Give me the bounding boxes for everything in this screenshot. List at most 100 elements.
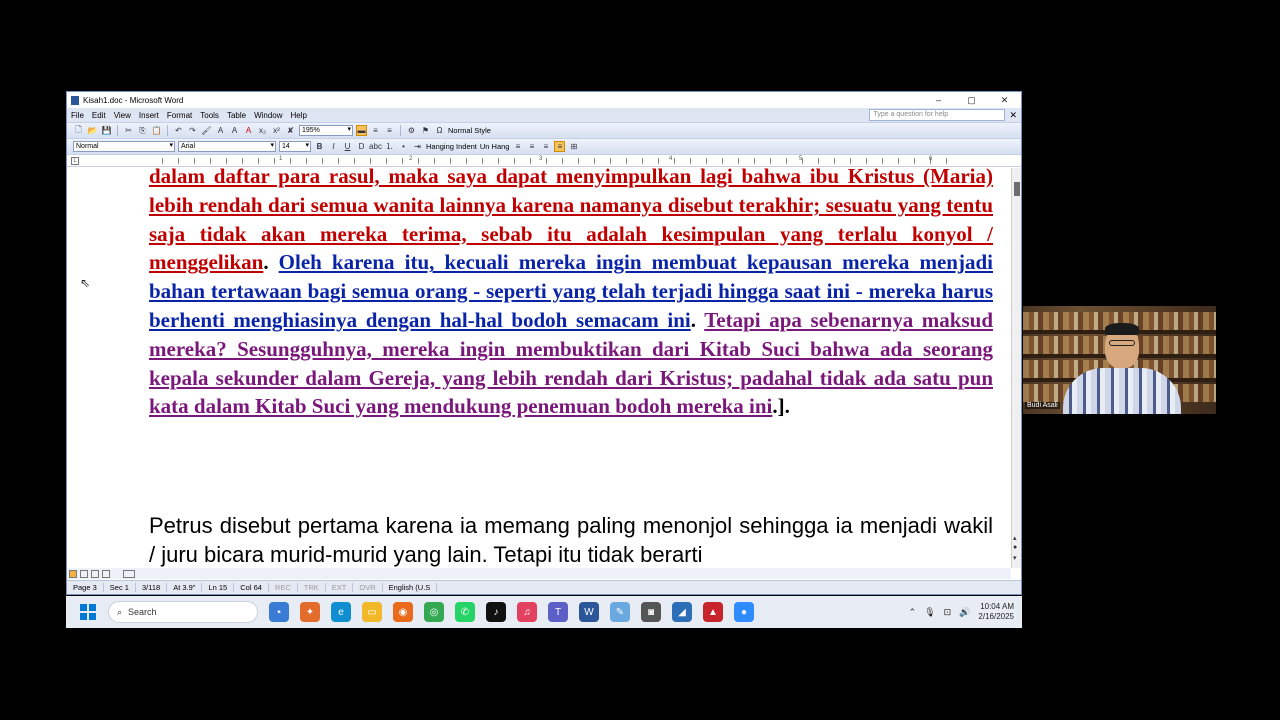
font-color-icon[interactable]: A [243, 125, 254, 136]
strikethrough-icon[interactable]: abc [369, 141, 382, 152]
paste-icon[interactable]: 📋 [151, 125, 162, 136]
document-canvas[interactable]: dalam daftar para rasul, maka saya dapat… [67, 168, 1011, 568]
menu-edit[interactable]: Edit [88, 111, 110, 120]
shrink-font-icon[interactable]: A [229, 125, 240, 136]
media-app-icon[interactable]: ♫ [517, 602, 537, 622]
menu-window[interactable]: Window [250, 111, 286, 120]
menu-help[interactable]: Help [287, 111, 311, 120]
zoom-select[interactable]: 195% [299, 125, 353, 136]
chrome-icon[interactable]: ◎ [424, 602, 444, 622]
underline-button[interactable]: U [342, 141, 353, 152]
word-taskbar-icon[interactable]: W [579, 602, 599, 622]
undo-icon[interactable]: ↶ [173, 125, 184, 136]
align-right-icon[interactable]: ≡ [540, 141, 551, 152]
status-language[interactable]: English (U.S [383, 583, 438, 592]
camera-app-icon[interactable]: ◙ [641, 602, 661, 622]
menu-tools[interactable]: Tools [196, 111, 223, 120]
clock[interactable]: 10:04 AM 2/16/2025 [978, 602, 1014, 622]
h-scroll-thumb[interactable] [123, 569, 135, 578]
cut-icon[interactable]: ✂ [123, 125, 134, 136]
menu-insert[interactable]: Insert [135, 111, 163, 120]
zoom-icon[interactable]: ● [734, 602, 754, 622]
whatsapp-icon[interactable]: ✆ [455, 602, 475, 622]
normal-style-button[interactable]: Normal Style [448, 126, 491, 135]
pdf-app-icon[interactable]: ▲ [703, 602, 723, 622]
indent-icon[interactable]: ⇥ [412, 141, 423, 152]
maximize-button[interactable]: ▢ [955, 95, 988, 106]
format-painter-icon[interactable]: 🖌 [201, 125, 212, 136]
browse-next-icon[interactable]: ▾ [1013, 554, 1017, 562]
double-underline-icon[interactable]: D [356, 141, 367, 152]
close-button[interactable]: ✕ [988, 95, 1021, 106]
align-left-icon[interactable]: ≡ [512, 141, 523, 152]
menu-table[interactable]: Table [223, 111, 250, 120]
teams-icon[interactable]: T [548, 602, 568, 622]
clock-date: 2/16/2025 [978, 612, 1014, 621]
status-ovr[interactable]: OVR [353, 583, 383, 592]
unhang-button[interactable]: Un Hang [480, 142, 510, 151]
close-doc-icon[interactable]: ✕ [1009, 110, 1017, 121]
bullets-icon[interactable]: • [398, 141, 409, 152]
hanging-indent-button[interactable]: Hanging Indent [426, 142, 477, 151]
outline-view-icon[interactable] [102, 569, 110, 578]
taskbar-search[interactable]: ⌕ Search [108, 601, 258, 623]
edge-icon[interactable]: e [331, 602, 351, 622]
clear-format-icon[interactable]: ✘ [285, 125, 296, 136]
paint-icon[interactable]: ✎ [610, 602, 630, 622]
save-icon[interactable]: 💾 [101, 125, 112, 136]
line-spacing-icon[interactable]: ≡ [370, 125, 381, 136]
borders-icon[interactable]: ⊞ [568, 141, 579, 152]
menu-format[interactable]: Format [163, 111, 196, 120]
font-select[interactable]: Arial [178, 141, 276, 152]
editor-app-icon[interactable]: ◢ [672, 602, 692, 622]
minimize-button[interactable]: – [922, 95, 955, 106]
menu-view[interactable]: View [110, 111, 135, 120]
microphone-icon[interactable]: 🎙 [924, 607, 935, 618]
font-size-select[interactable]: 14 [279, 141, 311, 152]
status-trk[interactable]: TRK [298, 583, 326, 592]
copilot-icon[interactable]: ✦ [300, 602, 320, 622]
print-view-icon[interactable] [91, 569, 99, 578]
task-view-icon[interactable]: ▪ [269, 602, 289, 622]
macro-icon[interactable]: ⚙ [406, 125, 417, 136]
standard-toolbar: 🗋 📂 💾 ✂ ⎘ 📋 ↶ ↷ 🖌 A A A x₂ x² ✘ 195% ▬ ≡… [67, 123, 1021, 139]
numbering-icon[interactable]: ⒈ [384, 141, 395, 152]
formatting-toolbar: Normal Arial 14 B I U D abc ⒈ • ⇥ Hangin… [67, 139, 1021, 155]
copy-icon[interactable]: ⎘ [137, 125, 148, 136]
tray-overflow-icon[interactable]: ⌃ [909, 607, 917, 618]
start-button[interactable] [80, 604, 96, 620]
horizontal-ruler[interactable]: L 1 2 3 4 5 6 [67, 155, 1021, 167]
new-doc-icon[interactable]: 🗋 [73, 125, 84, 136]
justify-icon[interactable]: ≡ [554, 141, 566, 152]
status-rec[interactable]: REC [269, 583, 298, 592]
scroll-thumb[interactable] [1014, 182, 1020, 196]
firefox-icon[interactable]: ◉ [393, 602, 413, 622]
highlight-icon[interactable]: ▬ [356, 125, 367, 136]
participant-name: Budi Asali [1025, 402, 1060, 409]
superscript-icon[interactable]: x² [271, 125, 282, 136]
bold-button[interactable]: B [314, 141, 325, 152]
tiktok-icon[interactable]: ♪ [486, 602, 506, 622]
record-icon[interactable]: ⚑ [420, 125, 431, 136]
help-search-input[interactable]: Type a question for help [869, 109, 1006, 121]
file-explorer-icon[interactable]: ▭ [362, 602, 382, 622]
italic-button[interactable]: I [328, 141, 339, 152]
subscript-icon[interactable]: x₂ [257, 125, 268, 136]
volume-icon[interactable]: 🔊 [959, 607, 970, 618]
tab-selector-icon[interactable]: L [71, 157, 79, 165]
browse-prev-icon[interactable]: ▴ [1013, 534, 1017, 542]
grow-font-icon[interactable]: A [215, 125, 226, 136]
align-center-icon[interactable]: ≡ [526, 141, 537, 152]
style-select[interactable]: Normal [73, 141, 175, 152]
status-ext[interactable]: EXT [326, 583, 354, 592]
network-icon[interactable]: ⊡ [944, 607, 952, 618]
redo-icon[interactable]: ↷ [187, 125, 198, 136]
normal-view-icon[interactable] [69, 569, 77, 578]
browse-object-icon[interactable]: ● [1013, 544, 1017, 551]
web-view-icon[interactable] [80, 569, 88, 578]
symbol-icon[interactable]: Ω [434, 125, 445, 136]
align-icon[interactable]: ≡ [384, 125, 395, 136]
menu-file[interactable]: File [67, 111, 88, 120]
vertical-scrollbar[interactable]: ▴ ● ▾ [1011, 168, 1021, 568]
open-icon[interactable]: 📂 [87, 125, 98, 136]
